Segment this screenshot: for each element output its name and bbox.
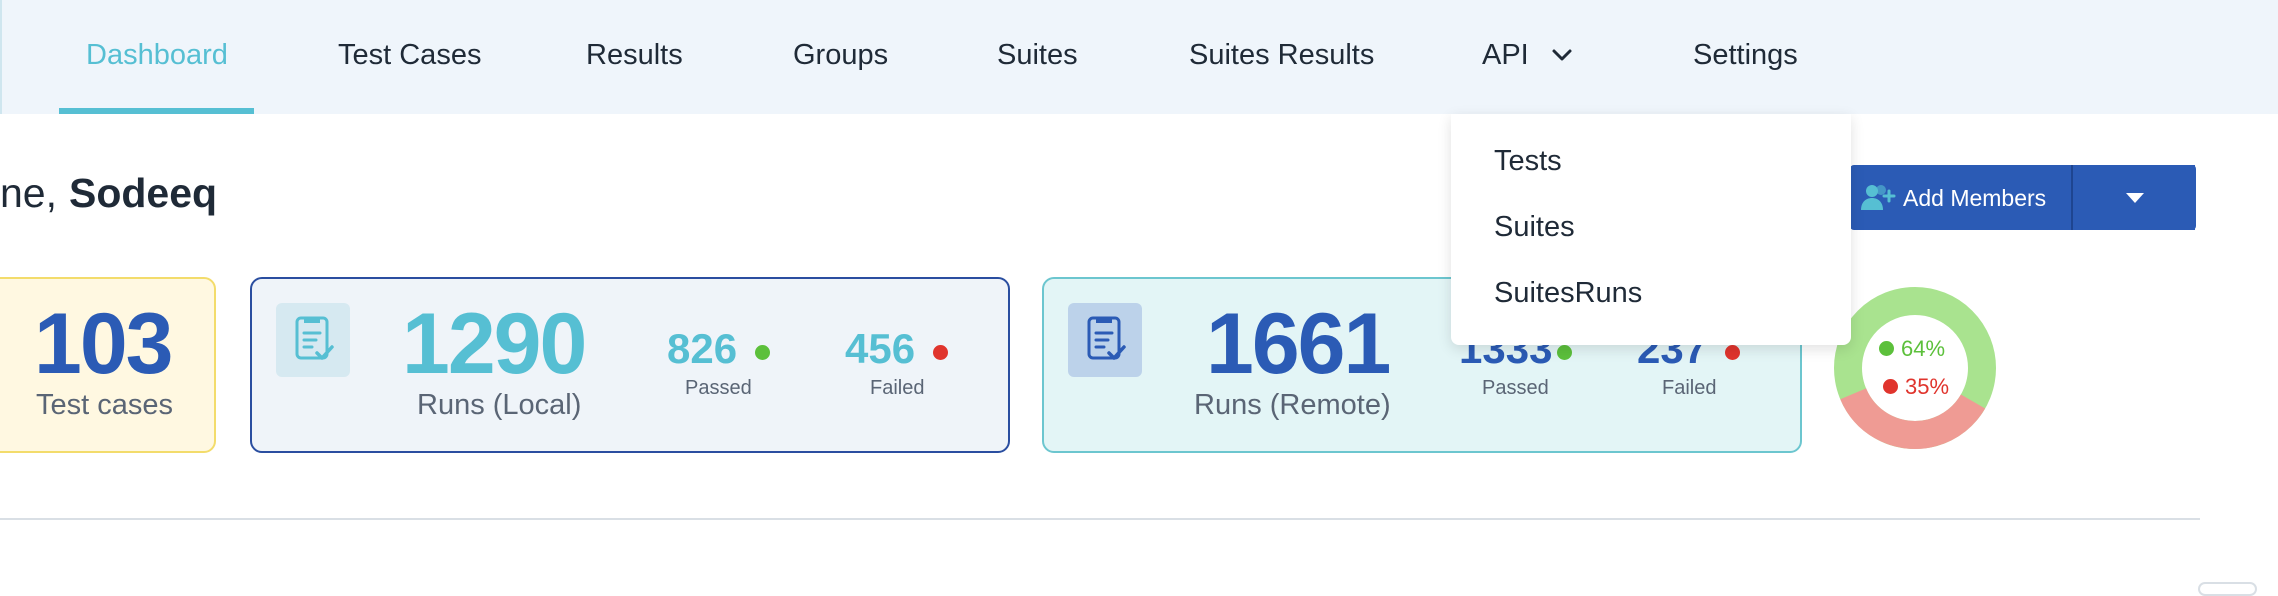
add-members-label: Add Members xyxy=(1903,185,2047,211)
api-dropdown-menu: Tests Suites SuitesRuns xyxy=(1451,114,1851,345)
section-divider xyxy=(0,518,2200,520)
document-check-icon xyxy=(1068,303,1142,377)
partial-control xyxy=(2198,582,2257,596)
donut-passed-dot xyxy=(1879,341,1894,356)
test-cases-label: Test cases xyxy=(36,389,173,421)
document-check-icon xyxy=(276,303,350,377)
nav-results[interactable]: Results xyxy=(586,38,683,72)
top-navbar: Dashboard Test Cases Results Groups Suit… xyxy=(0,0,2278,114)
remote-failed-label: Failed xyxy=(1662,377,1717,399)
welcome-greeting: ne, Sodeeq xyxy=(0,170,217,217)
donut-failed-dot xyxy=(1883,379,1898,394)
local-passed-count: 826 xyxy=(667,325,738,372)
active-tab-indicator xyxy=(59,108,254,114)
local-failed-count: 456 xyxy=(845,325,916,372)
dropdown-item-suitesruns[interactable]: SuitesRuns xyxy=(1494,277,1642,310)
failed-dot xyxy=(1725,345,1740,360)
pass-fail-donut-chart xyxy=(1834,287,1996,449)
runs-remote-label: Runs (Remote) xyxy=(1194,389,1391,421)
add-user-icon xyxy=(1861,185,1896,210)
runs-local-count: 1290 xyxy=(402,296,587,392)
failed-dot xyxy=(933,345,948,360)
dropdown-item-tests[interactable]: Tests xyxy=(1494,145,1562,178)
test-cases-card[interactable]: 103 Test cases xyxy=(0,277,216,453)
add-members-dropdown-toggle[interactable] xyxy=(2071,165,2196,230)
nav-test-cases[interactable]: Test Cases xyxy=(338,38,481,72)
donut-failed-pct: 35% xyxy=(1905,374,1950,399)
runs-local-card[interactable]: 1290 Runs (Local) 826 Passed 456 Failed xyxy=(250,277,1010,453)
passed-dot xyxy=(1557,345,1572,360)
nav-api[interactable]: API xyxy=(1482,38,1529,72)
chevron-down-icon[interactable] xyxy=(1550,46,1574,66)
donut-passed-pct: 64% xyxy=(1901,336,1946,361)
nav-dashboard[interactable]: Dashboard xyxy=(86,38,228,72)
nav-suites-results[interactable]: Suites Results xyxy=(1189,38,1374,72)
nav-groups[interactable]: Groups xyxy=(793,38,888,72)
runs-remote-count: 1661 xyxy=(1206,296,1391,392)
caret-down-icon xyxy=(2126,193,2144,203)
passed-dot xyxy=(755,345,770,360)
test-cases-count: 103 xyxy=(34,296,173,392)
dropdown-item-suites[interactable]: Suites xyxy=(1494,211,1575,244)
nav-settings[interactable]: Settings xyxy=(1693,38,1798,72)
user-name: Sodeeq xyxy=(69,170,218,216)
local-failed-label: Failed xyxy=(870,377,925,399)
remote-passed-label: Passed xyxy=(1482,377,1549,399)
nav-suites[interactable]: Suites xyxy=(997,38,1078,72)
greeting-prefix: ne, xyxy=(0,170,57,216)
runs-local-label: Runs (Local) xyxy=(417,389,582,421)
local-passed-label: Passed xyxy=(685,377,752,399)
